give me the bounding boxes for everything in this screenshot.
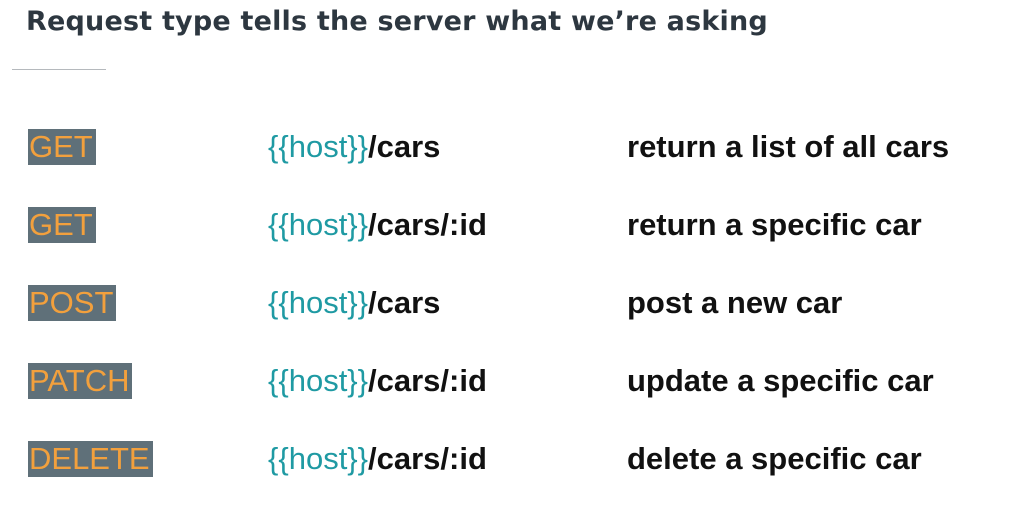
http-method-badge: PATCH (28, 363, 133, 399)
request-description: update a specific car (627, 363, 934, 398)
request-row-patch: PATCH {{host}}/cars/:id update a specifi… (0, 359, 1036, 403)
endpoint: {{host}}/cars/:id (268, 203, 487, 247)
http-method-badge: GET (28, 129, 96, 165)
title-divider (12, 69, 106, 70)
endpoint-path: /cars/:id (368, 207, 487, 242)
host-variable: {{host}} (268, 129, 369, 164)
request-row-get-all: GET {{host}}/cars return a list of all c… (0, 125, 1036, 169)
http-method-badge: POST (28, 285, 117, 321)
request-description: return a specific car (627, 207, 922, 242)
host-variable: {{host}} (268, 285, 369, 320)
endpoint: {{host}}/cars (268, 281, 440, 325)
slide: Request type tells the server what we’re… (0, 0, 1036, 514)
host-variable: {{host}} (268, 441, 369, 476)
host-variable: {{host}} (268, 363, 369, 398)
slide-title: Request type tells the server what we’re… (26, 6, 768, 37)
http-method-badge: DELETE (28, 441, 153, 477)
endpoint-path: /cars/:id (368, 363, 487, 398)
request-row-delete: DELETE {{host}}/cars/:id delete a specif… (0, 437, 1036, 481)
request-description: return a list of all cars (627, 129, 950, 164)
request-description: post a new car (627, 285, 843, 320)
request-description: delete a specific car (627, 441, 922, 476)
endpoint-path: /cars (368, 129, 441, 164)
endpoint: {{host}}/cars/:id (268, 437, 487, 481)
endpoint: {{host}}/cars (268, 125, 440, 169)
endpoint: {{host}}/cars/:id (268, 359, 487, 403)
host-variable: {{host}} (268, 207, 369, 242)
endpoint-path: /cars/:id (368, 441, 487, 476)
http-method-badge: GET (28, 207, 96, 243)
request-row-post: POST {{host}}/cars post a new car (0, 281, 1036, 325)
endpoint-path: /cars (368, 285, 441, 320)
request-row-get-one: GET {{host}}/cars/:id return a specific … (0, 203, 1036, 247)
